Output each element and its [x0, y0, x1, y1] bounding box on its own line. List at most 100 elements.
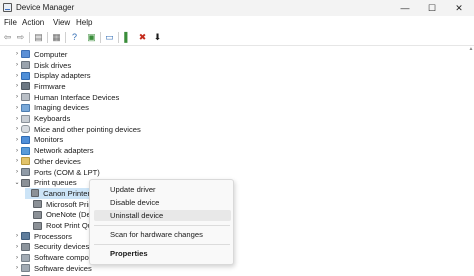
chevron-right-icon[interactable]: ›	[13, 137, 21, 143]
camera-icon	[21, 103, 30, 112]
window-title: Device Manager	[16, 3, 75, 12]
tree-item-label: Other devices	[34, 156, 81, 166]
menu-bar: File Action View Help	[0, 16, 474, 29]
menu-file[interactable]: File	[4, 18, 17, 27]
chevron-right-icon[interactable]: ›	[13, 83, 21, 89]
tree-item-label: Security devices	[34, 242, 90, 252]
chevron-right-icon[interactable]: ›	[13, 148, 21, 154]
enable-device-icon[interactable]: ▌	[122, 32, 133, 43]
tree-device-item[interactable]: OneNote (De	[25, 210, 91, 221]
chevron-right-icon[interactable]: ›	[13, 126, 21, 132]
tree-device-item[interactable]: Canon Printer	[25, 188, 90, 199]
tree-category-item[interactable]: › Software devices	[13, 263, 92, 274]
uninstall-device-menu-item[interactable]: Uninstall device	[94, 210, 231, 221]
chevron-right-icon[interactable]: ›	[13, 94, 21, 100]
uninstall-device-icon[interactable]: ✖	[137, 32, 148, 43]
close-button[interactable]: ✕	[446, 0, 472, 16]
tree-category-item[interactable]: ⌄ Print queues	[13, 177, 76, 188]
chevron-right-icon[interactable]: ›	[13, 255, 21, 261]
toolbar-separator	[100, 32, 101, 43]
chevron-right-icon[interactable]: ›	[13, 265, 21, 271]
menu-help[interactable]: Help	[76, 18, 92, 27]
tree-item-label: Root Print Qu	[46, 221, 93, 231]
tree-item-label: Computer	[34, 49, 68, 59]
tree-item-label: Software compo	[34, 253, 89, 263]
device-tree: › Computer › Disk drives › Display adapters › F…	[0, 46, 474, 276]
chevron-right-icon[interactable]: ›	[13, 73, 21, 79]
software-component-icon	[21, 253, 30, 262]
tree-item-label: Firmware	[34, 81, 66, 91]
disable-device-icon[interactable]: ⬇	[152, 32, 163, 43]
update-driver-icon[interactable]: ▣	[86, 32, 97, 43]
printer-icon	[31, 189, 40, 198]
tree-category-item[interactable]: › Firmware	[13, 81, 66, 92]
tree-item-label: Network adapters	[34, 146, 94, 156]
chevron-right-icon[interactable]: ›	[13, 169, 21, 175]
scan-hardware-icon[interactable]: ▭	[104, 32, 115, 43]
update-driver-menu-item[interactable]: Update driver	[110, 185, 156, 194]
vertical-scrollbar[interactable]: ▲	[468, 46, 474, 276]
toolbar-separator	[29, 32, 30, 43]
title-bar: Device Manager — ☐ ✕	[0, 0, 474, 16]
chevron-right-icon[interactable]: ›	[13, 244, 21, 250]
chevron-right-icon[interactable]: ›	[13, 158, 21, 164]
security-device-icon	[21, 242, 30, 251]
scroll-up-arrow-icon[interactable]: ▲	[468, 46, 474, 52]
device-manager-app-icon	[3, 3, 12, 12]
tree-item-label: Display adapters	[34, 71, 91, 81]
tree-category-item[interactable]: › Security devices	[13, 242, 89, 253]
properties-icon[interactable]: ▦	[51, 32, 62, 43]
tree-category-item[interactable]: › Ports (COM & LPT)	[13, 167, 100, 178]
chevron-right-icon[interactable]: ›	[13, 51, 21, 57]
display-adapter-icon	[21, 71, 30, 80]
chevron-right-icon[interactable]: ›	[13, 116, 21, 122]
help-icon[interactable]: ?	[69, 32, 80, 43]
scan-hardware-menu-item[interactable]: Scan for hardware changes	[110, 230, 203, 239]
chevron-right-icon[interactable]: ›	[13, 62, 21, 68]
tree-category-item[interactable]: › Computer	[13, 49, 67, 60]
chevron-down-icon[interactable]: ⌄	[13, 179, 21, 186]
disable-device-menu-item[interactable]: Disable device	[110, 198, 159, 207]
tree-item-label: Ports (COM & LPT)	[34, 167, 100, 177]
tree-category-item[interactable]: › Network adapters	[13, 145, 94, 156]
disk-drive-icon	[21, 61, 30, 70]
tree-category-item[interactable]: › Imaging devices	[13, 103, 89, 114]
tree-category-item[interactable]: › Mice and other pointing devices	[13, 124, 141, 135]
monitor-icon	[21, 135, 30, 144]
network-adapter-icon	[21, 146, 30, 155]
tree-category-item[interactable]: › Keyboards	[13, 113, 70, 124]
keyboard-icon	[21, 114, 30, 123]
tree-item-label: Imaging devices	[34, 103, 89, 113]
tree-category-item[interactable]: › Other devices	[13, 156, 81, 167]
toolbar-separator	[118, 32, 119, 43]
forward-arrow-icon[interactable]: ⇨	[15, 32, 26, 43]
processor-icon	[21, 232, 30, 241]
minimize-button[interactable]: —	[392, 0, 418, 16]
tree-category-item[interactable]: › Monitors	[13, 135, 63, 146]
tree-item-label: Processors	[34, 231, 72, 241]
chevron-right-icon[interactable]: ›	[13, 233, 21, 239]
tree-category-item[interactable]: › Software compo	[13, 252, 89, 263]
tree-device-item[interactable]: Root Print Qu	[25, 220, 92, 231]
back-arrow-icon[interactable]: ⇦	[2, 32, 13, 43]
software-device-icon	[21, 264, 30, 273]
menu-action[interactable]: Action	[22, 18, 44, 27]
device-view-icon[interactable]: ▤	[33, 32, 44, 43]
tree-item-label: Mice and other pointing devices	[34, 124, 141, 134]
tree-device-item[interactable]: Microsoft Prin	[25, 199, 92, 210]
tree-item-label: Software devices	[34, 263, 92, 273]
menu-separator	[94, 225, 230, 226]
tree-category-item[interactable]: › Human Interface Devices	[13, 92, 119, 103]
chevron-right-icon[interactable]: ›	[13, 105, 21, 111]
properties-menu-item[interactable]: Properties	[110, 249, 148, 258]
tree-item-label: OneNote (De	[46, 210, 91, 220]
toolbar: ⇦ ⇨ ▤ ▦? ▣ ▭ ▌ ✖ ⬇	[0, 29, 474, 46]
tree-category-item[interactable]: › Processors	[13, 231, 72, 242]
maximize-button[interactable]: ☐	[419, 0, 445, 16]
tree-category-item[interactable]: › Display adapters	[13, 70, 91, 81]
tree-item-label: Canon Printer	[43, 188, 90, 198]
tree-item-label: Human Interface Devices	[34, 92, 120, 102]
hid-icon	[21, 93, 30, 102]
menu-view[interactable]: View	[53, 18, 70, 27]
tree-category-item[interactable]: › Disk drives	[13, 60, 71, 71]
